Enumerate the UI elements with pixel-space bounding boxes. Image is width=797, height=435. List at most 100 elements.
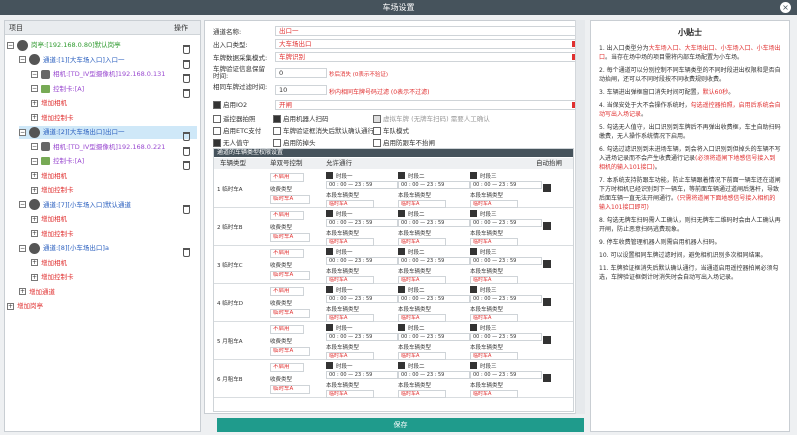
slot-vehicle-type-select[interactable]: 临时车A <box>398 200 446 208</box>
tree-node[interactable]: + 增加控制卡 <box>31 271 197 284</box>
opt-etc-checkbox[interactable] <box>213 127 221 135</box>
slot-time-range[interactable]: 00 : 00 — 23 : 59 <box>398 257 470 265</box>
slot-time-range[interactable]: 00 : 00 — 23 : 59 <box>326 257 398 265</box>
slot-checkbox[interactable] <box>326 286 333 293</box>
fee-type-select[interactable]: 临时车A <box>270 309 310 318</box>
slot-checkbox[interactable] <box>470 172 477 179</box>
slot-time-range[interactable]: 00 : 00 — 23 : 59 <box>398 371 470 379</box>
tree-node[interactable]: + 增加相机 <box>31 257 197 270</box>
single-double-select[interactable]: 不启用 <box>270 325 304 334</box>
trash-icon[interactable] <box>183 204 190 214</box>
minus-icon[interactable]: − <box>19 128 26 136</box>
minus-icon[interactable]: − <box>7 41 14 49</box>
minus-icon[interactable]: − <box>19 244 26 252</box>
plus-icon[interactable]: + <box>31 114 38 121</box>
opt-fleet-checkbox[interactable] <box>373 127 381 135</box>
slot-checkbox[interactable] <box>470 210 477 217</box>
minus-icon[interactable]: − <box>31 85 38 92</box>
tree-node[interactable]: − 控制卡:[A] <box>31 83 197 96</box>
slot-checkbox[interactable] <box>326 324 333 331</box>
fee-type-select[interactable]: 临时车A <box>270 195 310 204</box>
plus-icon[interactable]: + <box>31 99 38 107</box>
opt-robot-row[interactable]: 启用机器人扫码 <box>273 114 329 125</box>
tree-node[interactable]: + 增加控制卡 <box>31 228 197 241</box>
trash-icon[interactable] <box>183 45 190 54</box>
slot-checkbox[interactable] <box>398 248 405 255</box>
tree-node[interactable]: + 增加相机 <box>31 213 197 226</box>
tree-node[interactable]: − 通道:[1][大车场入口]入口一 <box>19 54 197 67</box>
slot-time-range[interactable]: 00 : 00 — 23 : 59 <box>326 181 398 189</box>
plate-verify-input[interactable]: 0 <box>275 68 327 78</box>
io2-checkbox[interactable] <box>213 101 221 109</box>
tree-node[interactable]: + 增加相机 <box>31 97 197 110</box>
slot-vehicle-type-select[interactable]: 临时车A <box>326 238 374 246</box>
slot-checkbox[interactable] <box>470 286 477 293</box>
slot-vehicle-type-select[interactable]: 临时车A <box>398 390 446 398</box>
tree-node[interactable]: + 增加通道 <box>19 286 197 299</box>
slot-vehicle-type-select[interactable]: 临时车A <box>470 238 518 246</box>
opt-antiback-checkbox[interactable] <box>273 139 281 147</box>
slot-time-range[interactable]: 00 : 00 — 23 : 59 <box>326 219 398 227</box>
slot-time-range[interactable]: 00 : 00 — 23 : 59 <box>470 371 542 379</box>
minus-icon[interactable]: − <box>31 70 38 78</box>
slot-time-range[interactable]: 00 : 00 — 23 : 59 <box>398 333 470 341</box>
slot-vehicle-type-select[interactable]: 临时车A <box>398 238 446 246</box>
slot-checkbox[interactable] <box>470 362 477 369</box>
single-double-select[interactable]: 不启用 <box>270 173 304 182</box>
slot-checkbox[interactable] <box>398 210 405 217</box>
close-icon[interactable]: × <box>780 2 791 13</box>
single-double-select[interactable]: 不启用 <box>270 249 304 258</box>
opt-antitail-checkbox[interactable] <box>373 139 381 147</box>
tree-node[interactable]: + 增加控制卡 <box>31 184 197 197</box>
slot-time-range[interactable]: 00 : 00 — 23 : 59 <box>470 181 542 189</box>
slot-checkbox[interactable] <box>398 286 405 293</box>
slot-time-range[interactable]: 00 : 00 — 23 : 59 <box>470 333 542 341</box>
fee-type-select[interactable]: 临时车A <box>270 347 310 356</box>
plus-icon[interactable]: + <box>31 172 38 179</box>
opt-offline-row[interactable]: 虚拟车牌 (无牌车扫码) 需要人工确认 <box>373 114 490 125</box>
plus-icon[interactable]: + <box>31 186 38 194</box>
slot-vehicle-type-select[interactable]: 临时车A <box>470 276 518 284</box>
fee-type-select[interactable]: 临时车A <box>270 271 310 280</box>
trash-icon[interactable] <box>183 59 190 69</box>
slot-checkbox[interactable] <box>326 172 333 179</box>
opt-remote-checkbox[interactable] <box>213 115 221 123</box>
trash-icon[interactable] <box>183 88 190 98</box>
trash-icon[interactable] <box>183 146 190 156</box>
slot-vehicle-type-select[interactable]: 临时车A <box>326 352 374 360</box>
slot-vehicle-type-select[interactable]: 临时车A <box>470 314 518 322</box>
io-type-select[interactable]: 大车场出口 <box>275 39 579 49</box>
slot-vehicle-type-select[interactable]: 临时车A <box>326 200 374 208</box>
slot-checkbox[interactable] <box>326 210 333 217</box>
tree-node[interactable]: + 增加控制卡 <box>31 112 197 125</box>
slot-vehicle-type-select[interactable]: 临时车A <box>326 314 374 322</box>
slot-vehicle-type-select[interactable]: 临时车A <box>326 390 374 398</box>
tree-node[interactable]: − 通道:[2][大车场出口]出口一 <box>19 126 197 139</box>
slot-checkbox[interactable] <box>398 324 405 331</box>
tree-node[interactable]: − 控制卡:[A] <box>31 155 197 168</box>
tree-node[interactable]: + 增加岗亭 <box>7 300 197 313</box>
io2-select[interactable]: 开闸 <box>275 100 579 110</box>
minus-icon[interactable]: − <box>31 143 38 150</box>
plus-icon[interactable]: + <box>31 230 38 237</box>
slot-vehicle-type-select[interactable]: 临时车A <box>470 352 518 360</box>
minus-icon[interactable]: − <box>19 56 26 63</box>
slot-vehicle-type-select[interactable]: 临时车A <box>398 314 446 322</box>
trash-icon[interactable] <box>183 161 190 170</box>
slot-vehicle-type-select[interactable]: 临时车A <box>470 200 518 208</box>
form-scrollbar[interactable] <box>575 20 585 414</box>
slot-vehicle-type-select[interactable]: 临时车A <box>398 276 446 284</box>
opt-offline-checkbox[interactable] <box>373 115 381 123</box>
fee-type-select[interactable]: 临时车A <box>270 233 310 242</box>
tree-node[interactable]: − 相机:[TD_IV型摄像机]192.168.0.221 <box>31 141 197 154</box>
trash-icon[interactable] <box>183 248 190 257</box>
plus-icon[interactable]: + <box>31 259 38 266</box>
slot-checkbox[interactable] <box>326 248 333 255</box>
tree-node[interactable]: − 岗亭:[192.168.0.80]默认岗亭 <box>7 39 197 52</box>
tree-node[interactable]: − 通道:[8][小车场出口]a <box>19 242 197 255</box>
opt-robot-checkbox[interactable] <box>273 115 281 123</box>
auto-lift-checkbox[interactable] <box>543 222 551 230</box>
auto-lift-checkbox[interactable] <box>543 260 551 268</box>
fee-type-select[interactable]: 临时车A <box>270 385 310 394</box>
slot-time-range[interactable]: 00 : 00 — 23 : 59 <box>326 371 398 379</box>
